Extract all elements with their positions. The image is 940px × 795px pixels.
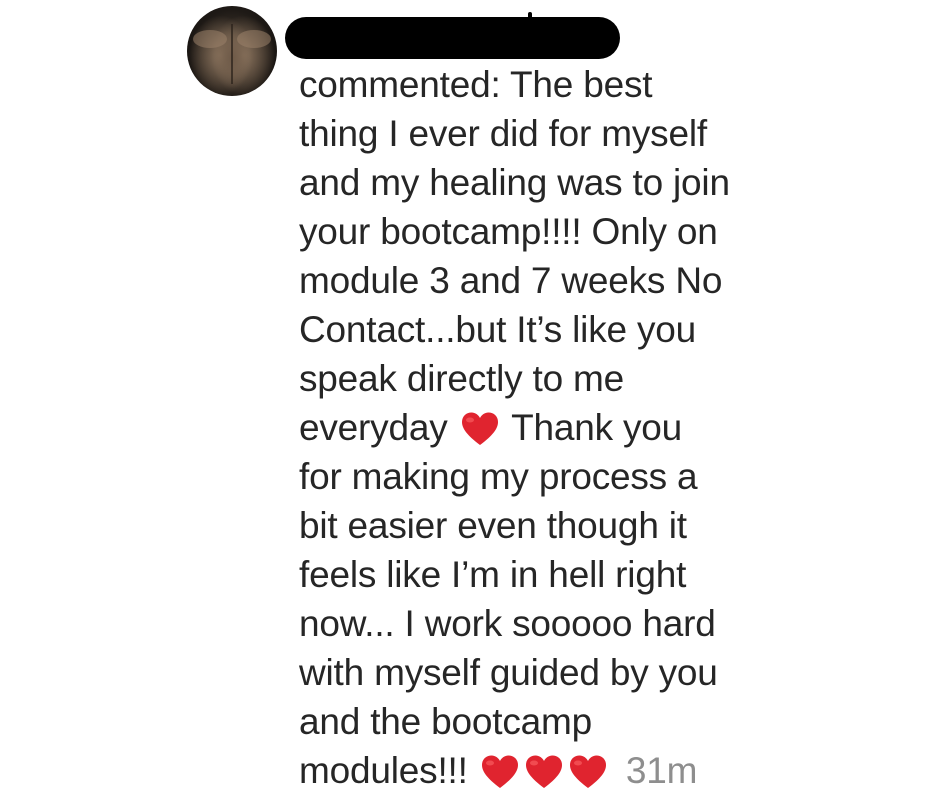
comment-line: and my healing was to join [299,162,730,203]
avatar-spine [231,24,233,84]
heart-icon [461,412,498,445]
comment-line: module 3 and 7 weeks No [299,260,723,301]
comment-line: bit easier even though it [299,505,687,546]
comment-line: commented: The best [299,64,653,105]
comment-line: now... I work sooooo hard [299,603,716,644]
comment-line: everyday Thank you [299,403,819,452]
username-redaction [285,17,620,59]
heart-icon [525,755,562,788]
comment-line: thing I ever did for myself [299,113,707,154]
comment-line-part: modules!!! [299,750,468,791]
comment-line: your bootcamp!!!! Only on [299,211,718,252]
comment-line: feels like I’m in hell right [299,554,687,595]
comment-line: and the bootcamp [299,701,593,742]
heart-icon [481,755,518,788]
comment-line: speak directly to me [299,358,625,399]
avatar-shoulder-left [193,30,227,48]
comment-line: with myself guided by you [299,652,718,693]
username-redaction-mark [528,12,532,20]
comment-line-part: Thank you [511,407,683,448]
comment-timestamp: 31m [625,750,698,791]
comment-line: Contact...but It’s like you [299,309,697,350]
comment-line: for making my process a [299,456,698,497]
avatar-shoulder-right [237,30,271,48]
heart-icon [569,755,606,788]
avatar[interactable] [187,6,277,96]
comment-text: commented: The best thing I ever did for… [299,60,819,795]
comment-line-part: everyday [299,407,448,448]
